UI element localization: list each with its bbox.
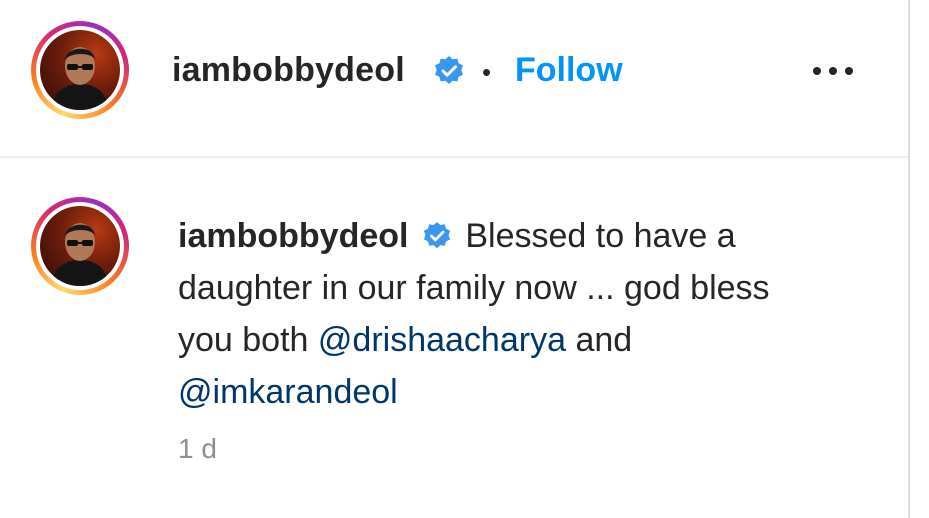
header-username[interactable]: iambobbydeol <box>172 51 405 90</box>
follow-button[interactable]: Follow <box>515 51 623 90</box>
verified-badge-icon <box>423 221 451 249</box>
more-horizontal-icon[interactable] <box>811 64 855 78</box>
separator-dot: • <box>482 57 492 87</box>
post-timestamp[interactable]: 1 d <box>178 433 217 465</box>
caption-text: iambobbydeol Blessed to have a daughter … <box>178 210 818 418</box>
avatar-photo <box>40 30 120 110</box>
header-divider <box>0 156 908 158</box>
avatar-photo <box>40 206 120 286</box>
page-gutter <box>910 0 929 518</box>
comment-avatar[interactable] <box>31 197 129 295</box>
person-silhouette-icon <box>50 223 110 286</box>
caption-username[interactable]: iambobbydeol <box>178 217 408 255</box>
verified-badge-icon <box>435 56 463 84</box>
person-silhouette-icon <box>50 47 110 110</box>
caption-conjunction: and <box>575 321 633 359</box>
mention-link[interactable]: @drishaacharya <box>318 321 566 359</box>
post-header: iambobbydeol • Follow <box>0 0 908 157</box>
post-panel: iambobbydeol • Follow iambobbydeol Bless… <box>0 0 908 518</box>
mention-link[interactable]: @imkarandeol <box>178 373 398 411</box>
profile-avatar[interactable] <box>31 21 129 119</box>
